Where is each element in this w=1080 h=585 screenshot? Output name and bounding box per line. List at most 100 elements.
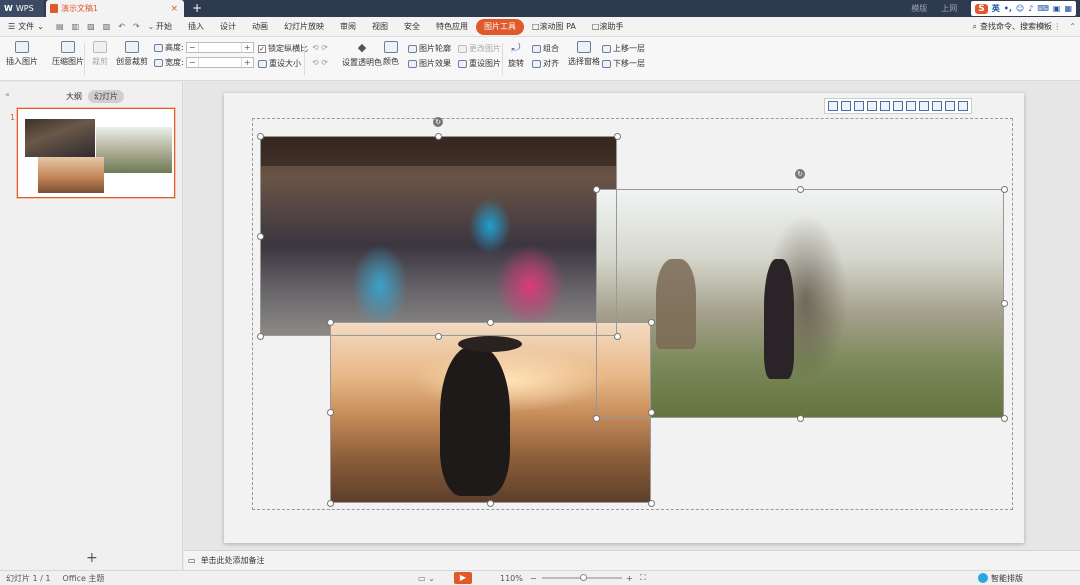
equal-spacing-icon[interactable] <box>932 101 942 111</box>
resize-handle[interactable] <box>796 185 804 193</box>
zoom-slider[interactable] <box>542 574 622 581</box>
tab-picture-tools[interactable]: 图片工具 <box>476 18 524 35</box>
notes-pane[interactable]: ▭ 单击此处添加备注 <box>184 550 1080 570</box>
resize-handle[interactable] <box>647 408 655 416</box>
tab-design[interactable]: 设计 <box>212 19 244 35</box>
height-stepper[interactable]: − + <box>185 42 254 53</box>
tab-review[interactable]: 审阅 <box>332 19 364 35</box>
play-slideshow-button[interactable]: ▶ <box>454 572 472 584</box>
resize-handle[interactable] <box>486 499 494 507</box>
flip-small-icons[interactable]: ⟲ ⟳ <box>312 58 328 67</box>
align-top-icon[interactable] <box>867 101 877 111</box>
punctuation-icon[interactable]: •, <box>1004 4 1012 13</box>
compress-picture-button[interactable]: 压缩图片 <box>52 41 84 67</box>
resize-handle[interactable] <box>326 408 334 416</box>
resize-handle[interactable] <box>613 132 621 140</box>
group-objects-icon[interactable] <box>945 101 955 111</box>
smart-layout-button[interactable]: 智能排版 <box>978 573 1023 584</box>
resize-handle[interactable] <box>647 499 655 507</box>
align-button[interactable]: 对齐 <box>532 58 559 69</box>
align-right-icon[interactable] <box>854 101 864 111</box>
crop-button[interactable]: 裁剪 <box>92 41 108 67</box>
tab-scroll-helper[interactable]: □滚助手 <box>584 19 632 35</box>
print-preview-icon[interactable]: ▧ <box>103 22 111 31</box>
new-tab-button[interactable]: + <box>192 1 202 15</box>
microphone-icon[interactable]: ♪ <box>1028 4 1033 13</box>
ungroup-objects-icon[interactable] <box>958 101 968 111</box>
align-center-icon[interactable] <box>841 101 851 111</box>
online-link[interactable]: 上网 <box>941 3 957 14</box>
align-left-icon[interactable] <box>828 101 838 111</box>
collapse-panel-icon[interactable]: « <box>5 90 10 99</box>
ime-language[interactable]: 英 <box>992 3 1000 14</box>
file-menu[interactable]: ☰ 文件 ⌄ <box>0 21 52 32</box>
tab-slides[interactable]: 幻灯片 <box>88 90 124 103</box>
more-icon[interactable]: ⋮ <box>1053 22 1061 31</box>
distribute-horizontal-icon[interactable] <box>906 101 916 111</box>
resize-handle[interactable] <box>434 132 442 140</box>
help-icon[interactable]: ? <box>1041 22 1045 31</box>
tab-scroll-pa[interactable]: □滚动图 PA <box>524 19 584 35</box>
undo-icon[interactable]: ↶ <box>118 22 125 31</box>
resize-handle[interactable] <box>796 414 804 422</box>
resize-handle[interactable] <box>1000 185 1008 193</box>
skin-icon[interactable]: ▣ <box>1053 4 1061 13</box>
reset-picture-button[interactable]: 重设图片 <box>458 58 501 69</box>
resize-handle[interactable] <box>1000 414 1008 422</box>
width-stepper[interactable]: − + <box>185 57 254 68</box>
group-button[interactable]: 组合 <box>532 43 559 54</box>
document-tab[interactable]: 演示文稿1 × <box>46 0 184 17</box>
slide-thumbnail[interactable] <box>17 108 175 198</box>
redo-icon[interactable]: ↷ <box>133 22 140 31</box>
save-icon[interactable]: ▤ <box>56 22 64 31</box>
print-icon[interactable]: ▨ <box>87 22 95 31</box>
tab-security[interactable]: 安全 <box>396 19 428 35</box>
set-transparent-color-button[interactable]: ◆ 设置透明色 <box>342 41 382 68</box>
resize-handle[interactable] <box>647 318 655 326</box>
theme-name[interactable]: Office 主题 <box>57 573 111 584</box>
view-mode-icon[interactable]: ▭ ⌄ <box>418 574 435 583</box>
ime-toolbar[interactable]: S 英 •, ☺ ♪ ⌨ ▣ ▦ <box>971 1 1076 16</box>
zoom-value[interactable]: 110% <box>500 574 523 583</box>
rotate-button[interactable]: ⤾ 旋转 <box>508 41 524 69</box>
resize-handle[interactable] <box>486 318 494 326</box>
close-tab-icon[interactable]: × <box>170 4 178 14</box>
wps-home-tab[interactable]: W WPS <box>0 0 44 17</box>
tab-view[interactable]: 视图 <box>364 19 396 35</box>
rotate-handle-icon[interactable]: ↻ <box>795 169 805 179</box>
change-picture-button[interactable]: 更改图片 <box>458 43 501 54</box>
export-pdf-icon[interactable]: ▥ <box>72 22 80 31</box>
zoom-slider-thumb[interactable] <box>580 574 587 581</box>
tab-insert[interactable]: 插入 <box>180 19 212 35</box>
distribute-vertical-icon[interactable] <box>919 101 929 111</box>
tab-slideshow[interactable]: 幻灯片放映 <box>276 19 332 35</box>
lock-ratio-checkbox[interactable]: ✓ 锁定纵横比 <box>258 43 308 54</box>
align-bottom-icon[interactable] <box>893 101 903 111</box>
resize-handle[interactable] <box>326 318 334 326</box>
zoom-out-icon[interactable]: − <box>530 574 537 583</box>
fit-window-icon[interactable]: ⛶ <box>640 573 646 583</box>
creative-crop-button[interactable]: 创意裁剪 <box>116 41 148 67</box>
tab-special[interactable]: 特色应用 <box>428 19 476 35</box>
bring-forward-button[interactable]: 上移一层 <box>602 43 645 54</box>
keyboard-icon[interactable]: ⌨ <box>1037 4 1049 13</box>
collapse-ribbon-icon[interactable]: ⌃ <box>1069 22 1076 31</box>
align-middle-icon[interactable] <box>880 101 890 111</box>
tab-outline[interactable]: 大纲 <box>66 91 82 102</box>
template-link[interactable]: 模版 <box>911 3 927 14</box>
resize-handle[interactable] <box>256 332 264 340</box>
add-slide-button[interactable]: + <box>86 550 98 566</box>
picture-outline-button[interactable]: 图片轮廓 <box>408 43 451 54</box>
resize-handle[interactable] <box>326 499 334 507</box>
rotate-handle-icon[interactable]: ↻ <box>433 117 443 127</box>
tab-home[interactable]: 开始 <box>148 19 180 35</box>
resize-handle[interactable] <box>256 232 264 240</box>
color-button[interactable]: 颜色 <box>383 41 399 67</box>
resize-handle[interactable] <box>592 185 600 193</box>
tab-animation[interactable]: 动画 <box>244 19 276 35</box>
reset-size-button[interactable]: 重设大小 <box>258 58 301 69</box>
resize-handle[interactable] <box>256 132 264 140</box>
resize-handle[interactable] <box>1000 299 1008 307</box>
zoom-in-icon[interactable]: + <box>626 574 633 583</box>
slide[interactable]: ↻ ↻ <box>224 93 1024 543</box>
